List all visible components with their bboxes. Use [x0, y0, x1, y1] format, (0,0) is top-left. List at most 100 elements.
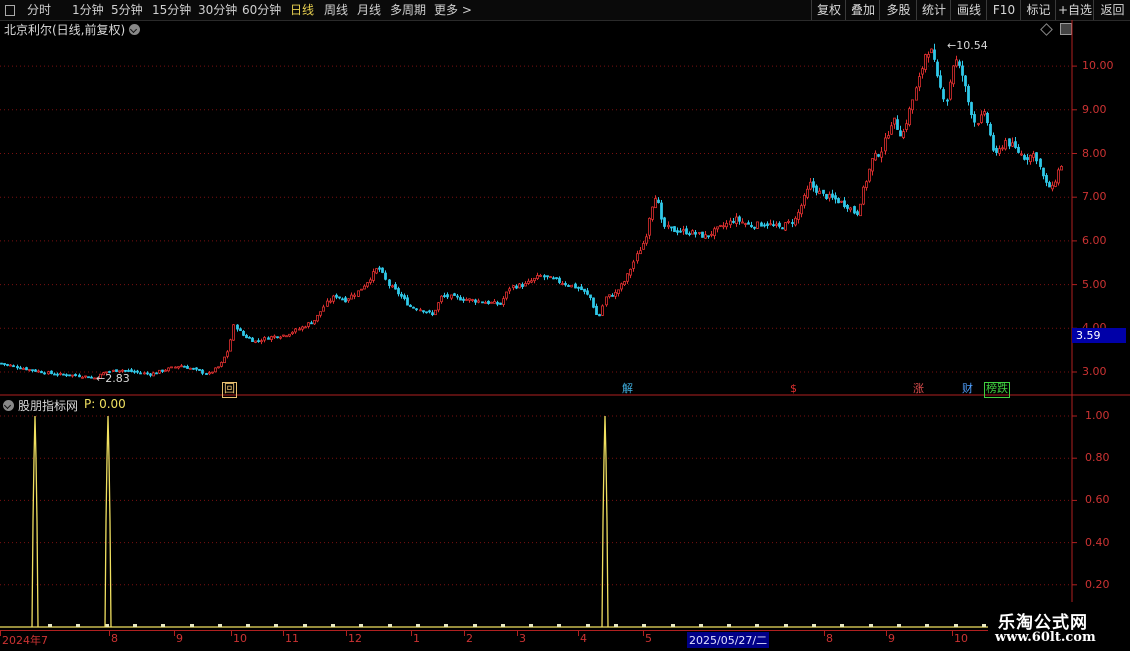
date-label: 12	[348, 632, 362, 645]
candle-body	[453, 293, 456, 296]
candle-body	[251, 337, 254, 342]
candle-body	[564, 283, 567, 286]
period-toolbar: 分时 1分钟 5分钟 15分钟 30分钟 60分钟 日线 周线 月线 多周期 更多 > 复权 叠加 多股…	[0, 0, 1130, 21]
event-marker-1[interactable]: 解	[621, 382, 634, 396]
indicator-dot	[557, 624, 561, 627]
period-tab-0[interactable]: 分时	[27, 0, 51, 20]
candle-body	[353, 294, 356, 297]
toolbar-action-1[interactable]: 叠加	[845, 0, 880, 20]
candle-body	[338, 296, 341, 299]
indicator-dot	[388, 624, 392, 627]
candle-body	[130, 369, 133, 372]
period-tab-2[interactable]: 5分钟	[111, 0, 143, 20]
candle-body	[877, 154, 880, 157]
indicator-dot	[274, 624, 278, 627]
candle-body	[47, 371, 50, 375]
toolbar-action-3[interactable]: 统计	[916, 0, 951, 20]
candle-body	[298, 328, 301, 331]
event-marker-4[interactable]: 财	[961, 382, 974, 396]
indicator-chart[interactable]	[0, 396, 1130, 630]
candle-body	[412, 306, 415, 309]
candle-body	[694, 231, 697, 235]
toolbar-action-6[interactable]: 标记	[1020, 0, 1056, 20]
candle-body	[735, 216, 738, 224]
candle-body	[394, 284, 397, 290]
date-label: 2024年7	[2, 634, 48, 647]
candle-body	[670, 226, 673, 229]
date-tick-mark	[952, 631, 953, 636]
period-tab-4[interactable]: 30分钟	[198, 0, 237, 20]
candle-body	[375, 268, 378, 274]
indicator-dot	[303, 624, 307, 627]
period-tab-6[interactable]: 日线	[290, 0, 314, 20]
period-tab-10[interactable]: 更多 >	[434, 0, 472, 20]
candle-body	[760, 222, 763, 227]
candle-body	[512, 285, 515, 289]
indicator-dot	[473, 624, 477, 627]
candle-body	[9, 364, 12, 367]
toolbar-action-4[interactable]: 画线	[950, 0, 987, 20]
candle-body	[291, 331, 294, 335]
candle-body	[468, 298, 471, 301]
period-tab-5[interactable]: 60分钟	[242, 0, 281, 20]
toolbar-action-2[interactable]: 多股	[879, 0, 917, 20]
indicator-tick-label: 0.40	[1085, 535, 1110, 549]
toolbar-menu-icon[interactable]	[2, 0, 16, 20]
period-tab-1[interactable]: 1分钟	[72, 0, 104, 20]
candle-body	[946, 99, 949, 102]
candle-body	[815, 185, 818, 193]
candle-body	[409, 304, 412, 308]
candle-body	[360, 288, 363, 291]
candle-body	[611, 294, 614, 297]
candle-body	[192, 367, 195, 370]
candle-body	[28, 369, 31, 371]
candle-body	[738, 216, 741, 222]
candle-body	[1014, 141, 1017, 148]
candle-body	[781, 227, 784, 230]
event-marker-3[interactable]: 涨	[912, 382, 925, 396]
candle-body	[484, 302, 487, 304]
candle-body	[924, 54, 927, 70]
candle-body	[853, 206, 856, 214]
candle-body	[493, 301, 496, 304]
indicator-dot	[897, 624, 901, 627]
candle-body	[567, 285, 570, 287]
indicator-dot	[416, 624, 420, 627]
toolbar-action-0[interactable]: 复权	[811, 0, 846, 20]
toolbar-action-5[interactable]: F10	[986, 0, 1021, 20]
period-tab-3[interactable]: 15分钟	[152, 0, 191, 20]
candle-body	[143, 372, 146, 375]
candle-body	[713, 228, 716, 237]
candlestick-chart[interactable]	[0, 20, 1130, 396]
candle-body	[136, 370, 139, 373]
candle-body	[772, 224, 775, 227]
candle-body	[527, 280, 530, 284]
event-marker-2[interactable]: $	[789, 382, 798, 396]
candle-body	[896, 119, 899, 130]
period-tab-8[interactable]: 月线	[357, 0, 381, 20]
candle-body	[679, 230, 682, 233]
candle-body	[992, 135, 995, 151]
candle-body	[530, 280, 533, 283]
date-tick-mark	[411, 631, 412, 636]
candle-body	[254, 340, 257, 343]
candle-body	[939, 75, 942, 88]
indicator-spike	[601, 415, 609, 628]
candle-body	[707, 235, 710, 238]
candle-body	[868, 168, 871, 182]
toolbar-action-8[interactable]: 返回	[1093, 0, 1130, 20]
indicator-dot	[812, 624, 816, 627]
candle-body	[536, 275, 539, 279]
indicator-tick-label: 1.00	[1085, 409, 1110, 422]
candle-body	[211, 371, 214, 374]
candle-body	[319, 311, 322, 316]
candle-body	[443, 295, 446, 297]
period-tab-9[interactable]: 多周期	[390, 0, 426, 20]
candle-body	[313, 320, 316, 325]
candle-body	[834, 195, 837, 200]
toolbar-action-7[interactable]: +自选	[1055, 0, 1094, 20]
period-tab-7[interactable]: 周线	[324, 0, 348, 20]
candle-body	[167, 367, 170, 372]
candle-body	[688, 233, 691, 236]
candle-body	[750, 224, 753, 228]
